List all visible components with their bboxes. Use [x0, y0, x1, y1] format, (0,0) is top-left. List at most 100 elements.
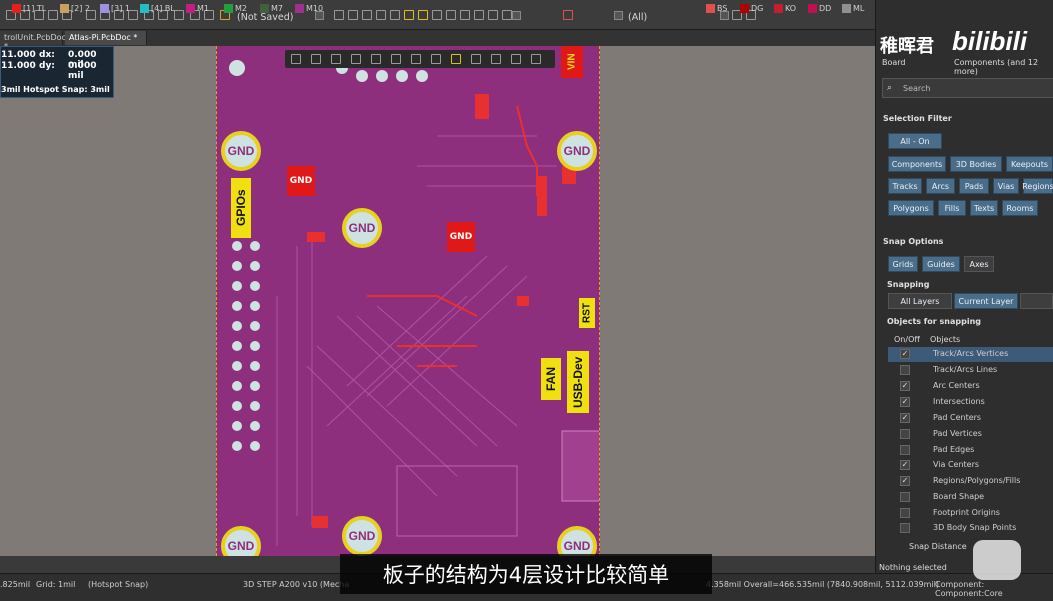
selection-filter-heading[interactable]: Selection Filter — [883, 114, 952, 123]
route-icon[interactable] — [311, 54, 321, 64]
layer-tab[interactable]: ML — [842, 4, 864, 13]
checkbox[interactable]: ✓ — [900, 381, 910, 391]
snap-object-row[interactable]: Pad Vertices — [888, 427, 1053, 442]
snap-object-row[interactable]: Pad Edges — [888, 443, 1053, 458]
toolbar-icon[interactable] — [404, 10, 414, 20]
toolbar-icon[interactable] — [432, 10, 442, 20]
play-badge-icon[interactable] — [973, 540, 1021, 580]
filter-polygons[interactable]: Polygons — [888, 200, 934, 216]
filter-icon[interactable] — [291, 54, 301, 64]
filter-rooms[interactable]: Rooms — [1002, 200, 1038, 216]
filter-fills[interactable]: Fills — [938, 200, 966, 216]
snap-object-row[interactable]: ✓ Arc Centers — [888, 379, 1053, 394]
checkbox[interactable]: ✓ — [900, 460, 910, 470]
snap-object-label: Track/Arcs Vertices — [933, 349, 1009, 358]
component-chip[interactable]: GND — [287, 166, 315, 196]
toolbar-icon[interactable] — [48, 10, 58, 20]
layer-tab[interactable]: M2 — [224, 4, 247, 13]
snap-object-row[interactable]: ✓ Intersections — [888, 395, 1053, 410]
all-layers-button[interactable]: All Layers — [888, 293, 952, 309]
toolbar-icon[interactable] — [362, 10, 372, 20]
snap-axes-button[interactable]: Axes — [964, 256, 994, 272]
text-icon[interactable] — [511, 54, 521, 64]
align-icon[interactable] — [371, 54, 381, 64]
toolbar-icon[interactable] — [460, 10, 470, 20]
tab-controlunit[interactable]: trolUnit.PcbDoc * — [0, 31, 66, 51]
pcb-board[interactable]: GND GND GND GND GND GND GPIOs RST FAN US… — [216, 46, 600, 556]
snap-grids-button[interactable]: Grids — [888, 256, 918, 272]
checkbox[interactable]: ✓ — [900, 397, 910, 407]
toolbar-icon[interactable] — [418, 10, 428, 20]
toolbar-icon[interactable] — [474, 10, 484, 20]
toolbar-icon[interactable] — [348, 10, 358, 20]
layer-tab[interactable]: [3] 1 — [100, 4, 130, 13]
layer-tab[interactable]: BS — [706, 4, 727, 13]
filter-tracks[interactable]: Tracks — [888, 178, 922, 194]
all-on-button[interactable]: All - On — [888, 133, 942, 149]
filter-arcs[interactable]: Arcs — [926, 178, 955, 194]
snap-object-row[interactable]: ✓ Via Centers — [888, 458, 1053, 473]
filter-pads[interactable]: Pads — [959, 178, 989, 194]
layer-tab[interactable]: DD — [808, 4, 831, 13]
checkbox[interactable] — [900, 429, 910, 439]
snap-object-row[interactable]: ✓ Pad Centers — [888, 411, 1053, 426]
layer-tab[interactable]: [4] BL — [140, 4, 175, 13]
line-icon[interactable] — [531, 54, 541, 64]
cross-icon[interactable] — [331, 54, 341, 64]
select-icon[interactable] — [351, 54, 361, 64]
hud-dy-value: 0.000 mil — [68, 61, 97, 81]
toolbar-icon[interactable] — [390, 10, 400, 20]
layer-tab[interactable]: [2] 2 — [60, 4, 90, 13]
filter-3d-bodies[interactable]: 3D Bodies — [950, 156, 1002, 172]
filter-texts[interactable]: Texts — [970, 200, 998, 216]
board-label: Board — [882, 58, 906, 67]
text-icon[interactable] — [488, 10, 498, 20]
filter-select[interactable]: (All) — [628, 12, 647, 23]
layer-tab[interactable]: KO — [774, 4, 796, 13]
filter-vias[interactable]: Vias — [993, 178, 1019, 194]
toolbar-icon[interactable] — [446, 10, 456, 20]
toolbar-icon[interactable] — [376, 10, 386, 20]
snap-object-row[interactable]: ✓ Regions/Polygons/Fills — [888, 474, 1053, 489]
checkbox[interactable] — [900, 445, 910, 455]
checkbox[interactable]: ✓ — [900, 413, 910, 423]
filter-icon[interactable] — [174, 10, 184, 20]
snap-object-row[interactable]: Board Shape — [888, 490, 1053, 505]
track-icon[interactable] — [411, 54, 421, 64]
checkbox[interactable] — [900, 508, 910, 518]
filter-components[interactable]: Components — [888, 156, 946, 172]
dropdown-arrow-icon[interactable] — [512, 11, 521, 20]
search-input[interactable]: ⌕ Search — [882, 78, 1053, 98]
via-icon[interactable] — [451, 54, 461, 64]
filter-keepouts[interactable]: Keepouts — [1006, 156, 1053, 172]
current-layer-button[interactable]: Current Layer — [954, 293, 1018, 309]
snap-guides-button[interactable]: Guides — [922, 256, 960, 272]
checkbox[interactable] — [900, 523, 910, 533]
filter-regions[interactable]: Regions — [1022, 178, 1053, 194]
checkbox[interactable] — [900, 365, 910, 375]
snap-object-row[interactable]: Track/Arcs Lines — [888, 363, 1053, 378]
region-icon[interactable] — [491, 54, 501, 64]
polygon-icon[interactable] — [471, 54, 481, 64]
tab-atlas-pi[interactable]: Atlas-Pi.PcbDoc * — [65, 31, 147, 45]
checkbox[interactable]: ✓ — [900, 349, 910, 359]
layer-tab[interactable]: M1 — [186, 4, 209, 13]
toolbar-icon[interactable] — [563, 10, 573, 20]
layer-tab[interactable]: [1] TL — [12, 4, 46, 13]
dropdown-arrow-icon[interactable] — [614, 11, 623, 20]
line-icon[interactable] — [502, 10, 512, 20]
snap-options-heading[interactable]: Snap Options — [883, 237, 943, 246]
snap-object-row[interactable]: 3D Body Snap Points — [888, 521, 1053, 536]
component-chip[interactable]: GND — [447, 222, 475, 252]
snap-object-row[interactable]: Footprint Origins — [888, 506, 1053, 521]
checkbox[interactable]: ✓ — [900, 476, 910, 486]
arc-icon[interactable] — [431, 54, 441, 64]
toolbar-icon[interactable] — [334, 10, 344, 20]
layer-tab[interactable]: M10 — [295, 4, 323, 13]
layer-tab[interactable]: DG — [740, 4, 763, 13]
snap-object-row[interactable]: ✓ Track/Arcs Vertices — [888, 347, 1053, 362]
layer-tab[interactable]: M7 — [260, 4, 283, 13]
checkbox[interactable] — [900, 492, 910, 502]
component-icon[interactable] — [391, 54, 401, 64]
off-button[interactable] — [1020, 293, 1053, 309]
